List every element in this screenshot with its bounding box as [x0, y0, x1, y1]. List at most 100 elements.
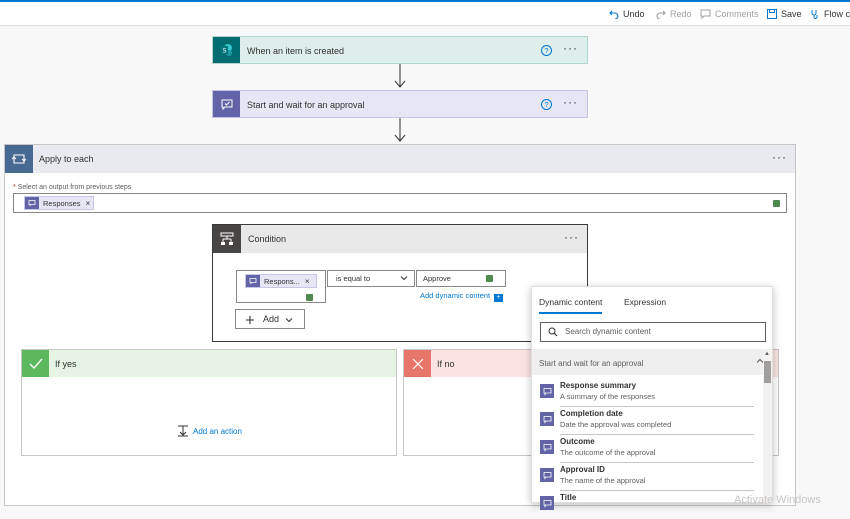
plus-icon [246, 316, 254, 324]
stethoscope-icon [811, 10, 818, 19]
dynamic-group-title: Start and wait for an approval [539, 359, 644, 368]
dynamic-item-desc: The name of the approval [560, 476, 646, 485]
approval-step-title: Start and wait for an approval [247, 100, 365, 110]
flow-checker-label: Flow c [824, 9, 850, 19]
select-output-input[interactable]: Responses × [13, 193, 787, 213]
if-yes-branch: If yes Add an action [21, 349, 397, 456]
chevron-down-icon [285, 318, 293, 323]
more-options-icon[interactable]: ··· [563, 41, 578, 55]
approval-icon [540, 412, 554, 426]
operator-value: is equal to [336, 274, 371, 283]
undo-label: Undo [623, 9, 645, 19]
add-dynamic-content-label: Add dynamic content [420, 291, 491, 300]
trigger-step-title: When an item is created [247, 46, 345, 56]
help-icon[interactable]: ? [541, 99, 552, 110]
condition-left-operand[interactable]: Respons... × [236, 270, 326, 303]
save-label: Save [781, 9, 802, 19]
more-options-icon[interactable]: ··· [772, 150, 787, 164]
dynamic-item-name: Completion date [560, 409, 623, 418]
operator-dropdown[interactable]: is equal to [327, 270, 415, 287]
approval-icon [246, 275, 260, 287]
sharepoint-icon: S [213, 37, 240, 63]
add-action-label: Add an action [193, 427, 242, 436]
apply-to-each-title: Apply to each [39, 154, 94, 164]
trigger-step-card[interactable]: S When an item is created ? ··· [212, 36, 588, 64]
select-output-label-text: Select an output from previous steps [17, 184, 132, 191]
approval-icon [213, 91, 240, 117]
undo-icon [609, 10, 619, 20]
approval-icon [25, 197, 39, 209]
add-action-icon [178, 425, 188, 437]
chevron-down-icon [400, 276, 408, 281]
valid-status-icon [773, 200, 780, 207]
dynamic-item-desc: The outcome of the approval [560, 448, 656, 457]
valid-status-icon [306, 294, 313, 301]
if-yes-title: If yes [55, 359, 77, 369]
remove-token-icon[interactable]: × [86, 199, 91, 208]
dynamic-item-response-summary[interactable]: Response summary A summary of the respon… [532, 379, 762, 407]
windows-activation-watermark: Activate Windows [734, 494, 821, 506]
redo-button[interactable]: Redo [656, 8, 692, 20]
add-row-button[interactable]: Add [235, 309, 305, 329]
select-output-label: * Select an output from previous steps [13, 184, 131, 191]
dynamic-item-desc: Date the approval was completed [560, 420, 672, 429]
loop-icon [5, 145, 33, 173]
condition-right-operand[interactable]: Approve [416, 270, 506, 287]
scrollbar-thumb[interactable] [764, 361, 771, 383]
dynamic-item-name: Outcome [560, 437, 595, 446]
dynamic-panel-scrollbar[interactable]: ▲ [763, 349, 772, 503]
checkmark-icon [22, 350, 49, 377]
condition-title: Condition [248, 234, 287, 244]
dynamic-item-title[interactable]: Title [532, 491, 762, 519]
flow-arrow [394, 64, 406, 88]
approval-icon [540, 384, 554, 398]
dynamic-item-name: Response summary [560, 381, 637, 390]
save-icon [767, 9, 777, 19]
dynamic-item-completion-date[interactable]: Completion date Date the approval was co… [532, 407, 762, 435]
scroll-up-icon[interactable]: ▲ [764, 351, 770, 357]
comment-icon [700, 9, 711, 20]
tab-expression[interactable]: Expression [624, 297, 666, 307]
dynamic-content-panel: Dynamic content Expression Search dynami… [531, 286, 773, 510]
dynamic-item-approval-id[interactable]: Approval ID The name of the approval [532, 463, 762, 491]
flow-checker-button[interactable]: Flow c [810, 8, 850, 20]
right-operand-value: Approve [423, 274, 451, 283]
tab-dynamic-content[interactable]: Dynamic content [539, 297, 603, 314]
if-yes-header[interactable]: If yes [22, 350, 396, 377]
add-dynamic-content-link[interactable]: Add dynamic content + [420, 291, 504, 302]
apply-to-each-header[interactable]: Apply to each ··· [5, 145, 795, 173]
add-action-button[interactable]: Add an action [177, 425, 242, 437]
more-options-icon[interactable]: ··· [563, 95, 578, 109]
search-dynamic-content-input[interactable]: Search dynamic content [540, 322, 766, 342]
undo-button[interactable]: Undo [609, 8, 645, 20]
response-token-label: Respons... [264, 276, 300, 286]
svg-text:S: S [222, 48, 226, 55]
more-options-icon[interactable]: ··· [564, 230, 579, 244]
if-no-title: If no [437, 359, 455, 369]
add-button-label: Add [263, 314, 280, 324]
response-token[interactable]: Respons... × [245, 274, 317, 288]
dynamic-item-outcome[interactable]: Outcome The outcome of the approval [532, 435, 762, 463]
save-button[interactable]: Save [767, 8, 802, 20]
plus-icon: + [494, 294, 504, 302]
responses-token[interactable]: Responses × [24, 196, 95, 210]
dynamic-item-name: Title [560, 493, 577, 502]
approval-step-card[interactable]: Start and wait for an approval ? ··· [212, 90, 588, 118]
help-icon[interactable]: ? [541, 45, 552, 56]
valid-status-icon [486, 275, 493, 282]
comments-label: Comments [715, 9, 759, 19]
approval-icon [540, 496, 554, 510]
approval-icon [540, 468, 554, 482]
dynamic-group-header[interactable]: Start and wait for an approval [532, 349, 772, 375]
top-toolbar: Undo Redo Comments Save Flow c [0, 0, 850, 26]
flow-arrow [394, 118, 406, 142]
search-placeholder: Search dynamic content [565, 327, 651, 336]
comments-button[interactable]: Comments [700, 8, 759, 20]
approval-icon [540, 440, 554, 454]
condition-header[interactable]: Condition ··· [213, 225, 587, 253]
condition-icon [213, 225, 241, 253]
top-accent-line [0, 0, 850, 2]
required-marker: * [13, 184, 16, 191]
remove-token-icon[interactable]: × [305, 277, 310, 286]
redo-icon [656, 10, 666, 20]
